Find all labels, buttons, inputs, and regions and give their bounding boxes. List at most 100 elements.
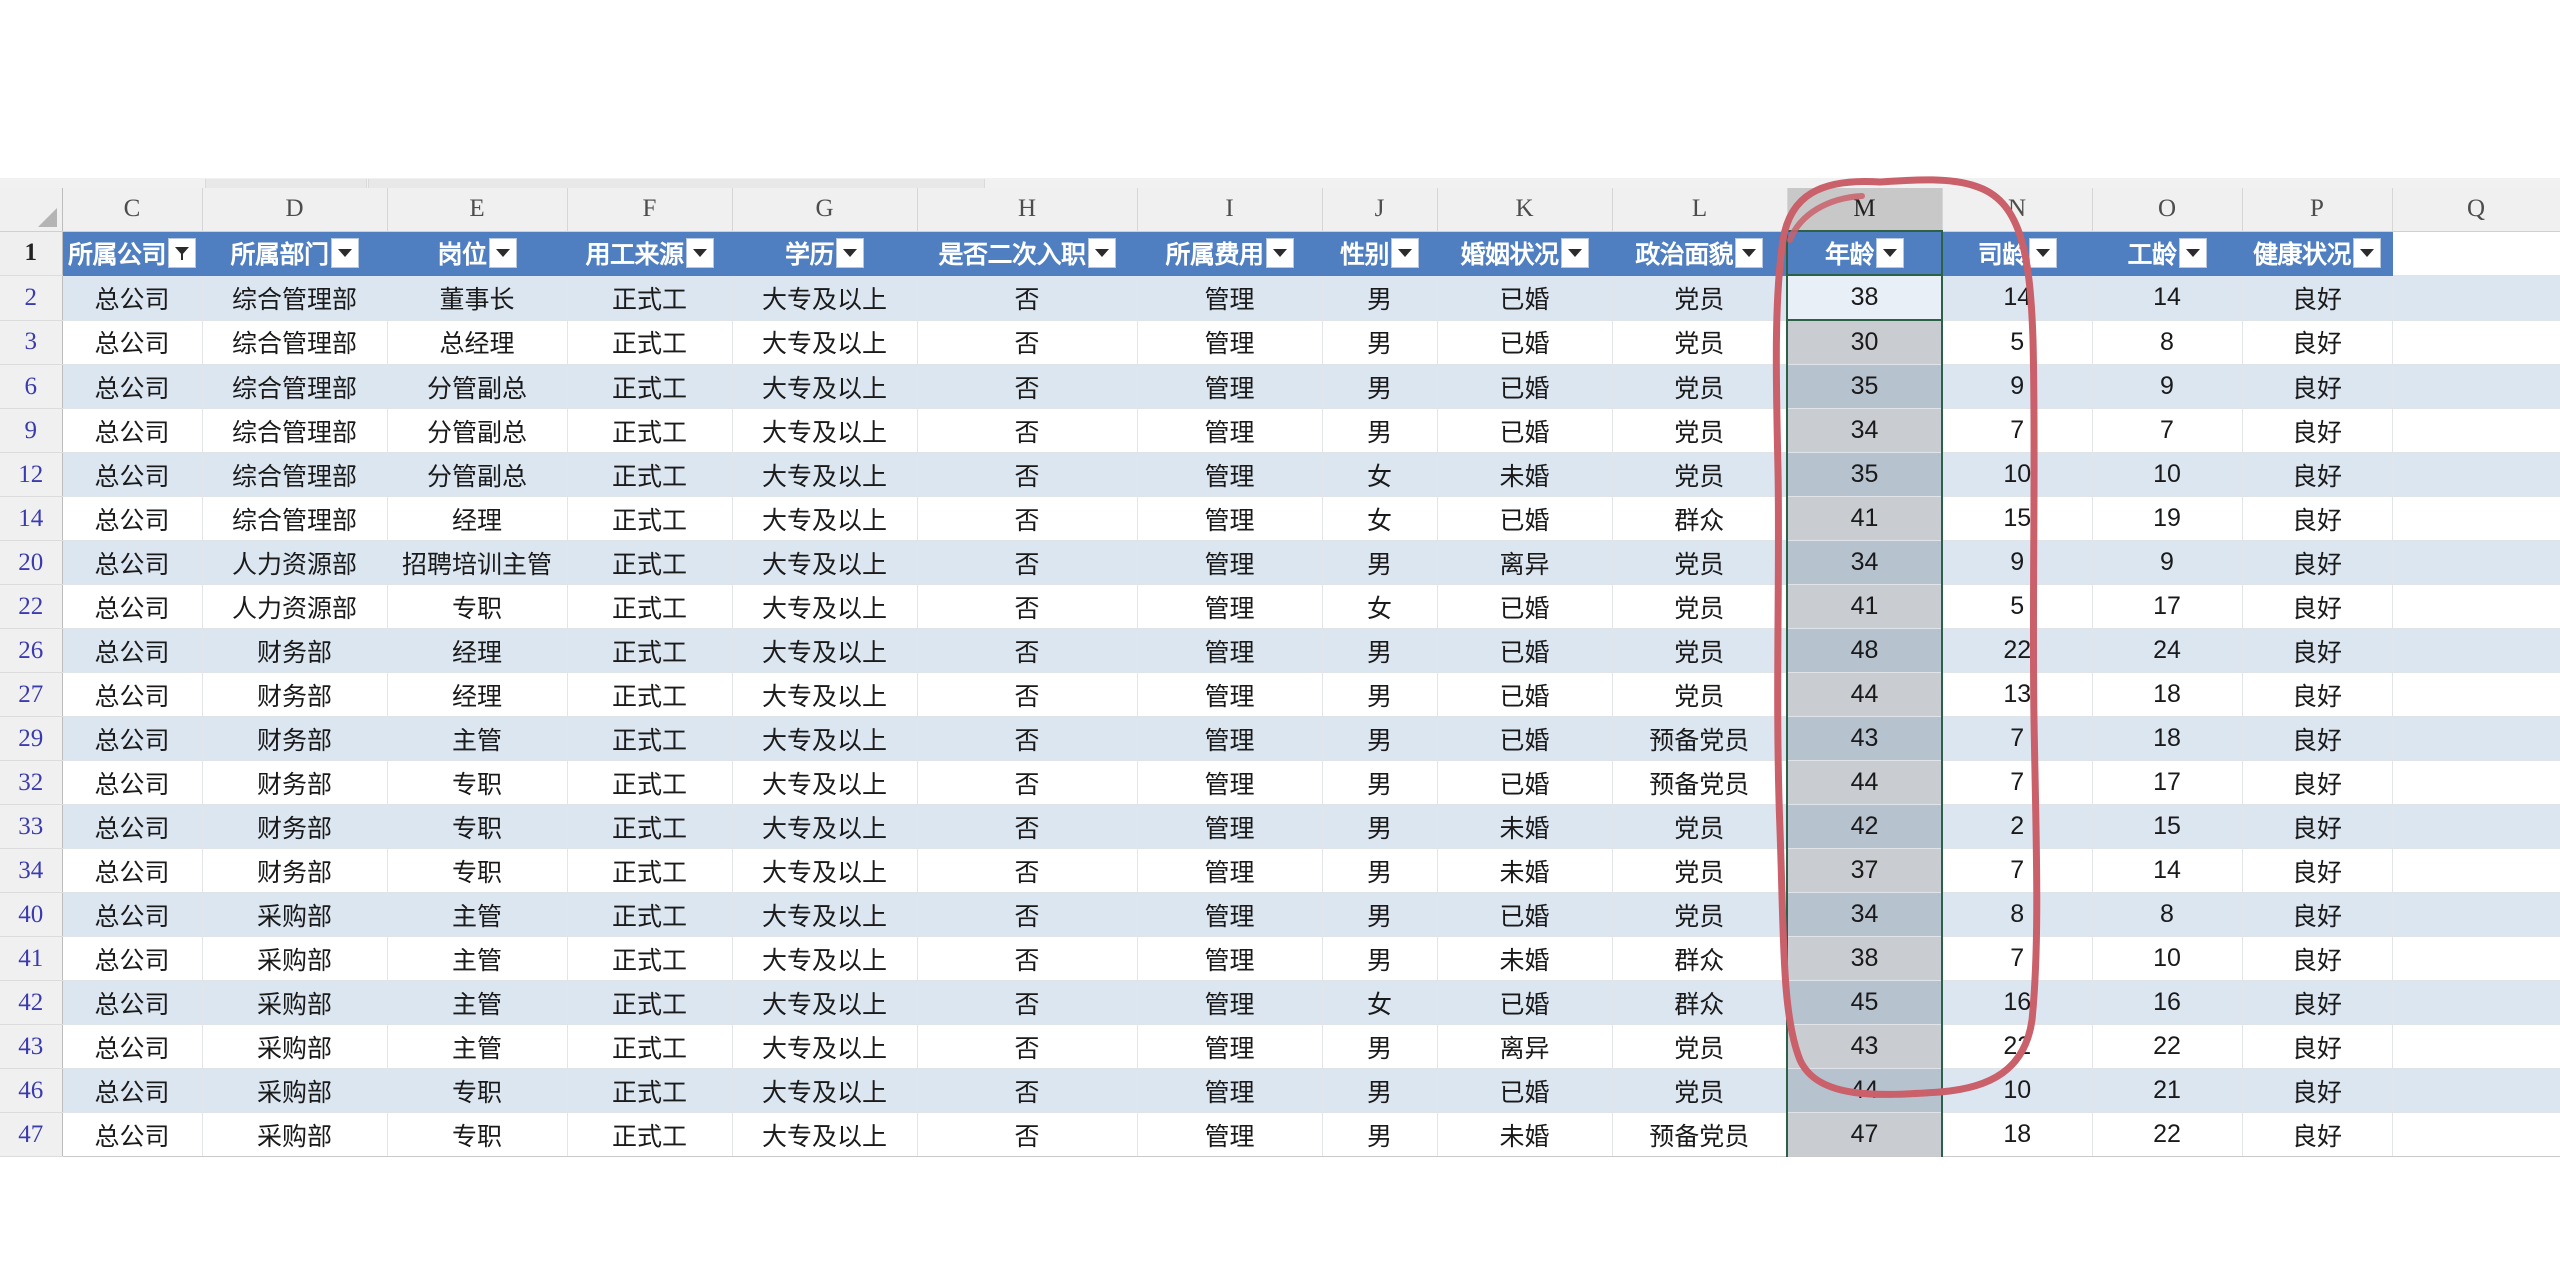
cell-h41[interactable]: 否	[917, 936, 1138, 981]
cell-n20[interactable]: 9	[1942, 540, 2093, 585]
cell-j3[interactable]: 男	[1322, 320, 1438, 365]
row-number-2[interactable]: 2	[0, 275, 63, 321]
row-number-14[interactable]: 14	[0, 496, 63, 541]
cell-e47[interactable]: 专职	[387, 1112, 568, 1157]
cell-d34[interactable]: 财务部	[202, 848, 388, 893]
cell-o20[interactable]: 9	[2092, 540, 2243, 585]
cell-m42[interactable]: 45	[1786, 980, 1943, 1025]
table-row[interactable]: 40 总公司 采购部 主管 正式工 大专及以上否管理男已婚 党员 34 8 8 良好	[0, 892, 2560, 937]
cell-d2[interactable]: 综合管理部	[202, 275, 388, 321]
cell-i34[interactable]: 管理	[1137, 848, 1323, 893]
cell-l41[interactable]: 群众	[1612, 936, 1788, 981]
cell-i12[interactable]: 管理	[1137, 452, 1323, 497]
cell-n6[interactable]: 9	[1942, 364, 2093, 409]
cell-d42[interactable]: 采购部	[202, 980, 388, 1025]
row-number-29[interactable]: 29	[0, 716, 63, 761]
cell-d26[interactable]: 财务部	[202, 628, 388, 673]
cell-d14[interactable]: 综合管理部	[202, 496, 388, 541]
cell-j29[interactable]: 男	[1322, 716, 1438, 761]
cell-e6[interactable]: 分管副总	[387, 364, 568, 409]
cell-f33[interactable]: 正式工	[567, 804, 733, 849]
cell-j6[interactable]: 男	[1322, 364, 1438, 409]
row-number-41[interactable]: 41	[0, 936, 63, 981]
cell-l43[interactable]: 党员	[1612, 1024, 1788, 1069]
cell-i33[interactable]: 管理	[1137, 804, 1323, 849]
row-number-34[interactable]: 34	[0, 848, 63, 893]
cell-g2[interactable]: 大专及以上	[732, 275, 918, 321]
row-number-6[interactable]: 6	[0, 364, 63, 409]
cell-e46[interactable]: 专职	[387, 1068, 568, 1113]
cell-j47[interactable]: 男	[1322, 1112, 1438, 1157]
cell-c29[interactable]: 总公司	[62, 716, 203, 761]
cell-f46[interactable]: 正式工	[567, 1068, 733, 1113]
cell-f34[interactable]: 正式工	[567, 848, 733, 893]
cell-m41[interactable]: 38	[1786, 936, 1943, 981]
cell-d47[interactable]: 采购部	[202, 1112, 388, 1157]
cell-j46[interactable]: 男	[1322, 1068, 1438, 1113]
cell-i46[interactable]: 管理	[1137, 1068, 1323, 1113]
cell-i9[interactable]: 管理	[1137, 408, 1323, 453]
column-header-n[interactable]: N	[1942, 188, 2093, 232]
cell-j32[interactable]: 男	[1322, 760, 1438, 805]
cell-m34[interactable]: 37	[1786, 848, 1943, 893]
table-row[interactable]: 22 总公司 人力资源部 专职 正式工 大专及以上否管理女已婚 党员 41 5 17 良好	[0, 584, 2560, 629]
cell-d29[interactable]: 财务部	[202, 716, 388, 761]
cell-l12[interactable]: 党员	[1612, 452, 1788, 497]
cell-o9[interactable]: 7	[2092, 408, 2243, 453]
cell-n33[interactable]: 2	[1942, 804, 2093, 849]
cell-l40[interactable]: 党员	[1612, 892, 1788, 937]
cell-l20[interactable]: 党员	[1612, 540, 1788, 585]
table-row[interactable]: 6 总公司 综合管理部 分管副总 正式工 大专及以上否管理男已婚 党员 35 9 9 良好	[0, 364, 2560, 409]
cell-g46[interactable]: 大专及以上	[732, 1068, 918, 1113]
split-thumb-left[interactable]	[205, 179, 367, 188]
table-row[interactable]: 14 总公司 综合管理部 经理 正式工 大专及以上否管理女已婚 群众 41 15 19 良好	[0, 496, 2560, 541]
cell-d46[interactable]: 采购部	[202, 1068, 388, 1113]
cell-m29[interactable]: 43	[1786, 716, 1943, 761]
cell-f22[interactable]: 正式工	[567, 584, 733, 629]
row-number-46[interactable]: 46	[0, 1068, 63, 1113]
cell-g34[interactable]: 大专及以上	[732, 848, 918, 893]
cell-k29[interactable]: 已婚	[1437, 716, 1613, 761]
cell-g32[interactable]: 大专及以上	[732, 760, 918, 805]
cell-i20[interactable]: 管理	[1137, 540, 1323, 585]
chevron-down-icon[interactable]	[330, 238, 359, 268]
empty-cell-q32[interactable]	[2392, 760, 2560, 805]
table-row[interactable]: 46 总公司 采购部 专职 正式工 大专及以上否管理男已婚 党员 44 10 21 良好	[0, 1068, 2560, 1113]
cell-c22[interactable]: 总公司	[62, 584, 203, 629]
cell-o14[interactable]: 19	[2092, 496, 2243, 541]
empty-cell-q6[interactable]	[2392, 364, 2560, 409]
cell-k43[interactable]: 离异	[1437, 1024, 1613, 1069]
cell-c34[interactable]: 总公司	[62, 848, 203, 893]
cell-o43[interactable]: 22	[2092, 1024, 2243, 1069]
header-cell-n[interactable]: 司龄	[1942, 231, 2093, 276]
cell-n27[interactable]: 13	[1942, 672, 2093, 717]
cell-o12[interactable]: 10	[2092, 452, 2243, 497]
cell-j26[interactable]: 男	[1322, 628, 1438, 673]
row-number-12[interactable]: 12	[0, 452, 63, 497]
chevron-down-icon[interactable]	[1265, 238, 1294, 268]
cell-e20[interactable]: 招聘培训主管	[387, 540, 568, 585]
row-number-9[interactable]: 9	[0, 408, 63, 453]
header-cell-k[interactable]: 婚姻状况	[1437, 231, 1613, 276]
cell-c42[interactable]: 总公司	[62, 980, 203, 1025]
cell-l27[interactable]: 党员	[1612, 672, 1788, 717]
cell-k34[interactable]: 未婚	[1437, 848, 1613, 893]
cell-g40[interactable]: 大专及以上	[732, 892, 918, 937]
cell-e33[interactable]: 专职	[387, 804, 568, 849]
cell-f6[interactable]: 正式工	[567, 364, 733, 409]
cell-k26[interactable]: 已婚	[1437, 628, 1613, 673]
cell-c2[interactable]: 总公司	[62, 275, 203, 321]
header-cell-j[interactable]: 性别	[1322, 231, 1438, 276]
cell-f40[interactable]: 正式工	[567, 892, 733, 937]
cell-c40[interactable]: 总公司	[62, 892, 203, 937]
cell-j42[interactable]: 女	[1322, 980, 1438, 1025]
cell-h34[interactable]: 否	[917, 848, 1138, 893]
cell-k41[interactable]: 未婚	[1437, 936, 1613, 981]
cell-k27[interactable]: 已婚	[1437, 672, 1613, 717]
table-row[interactable]: 20 总公司 人力资源部 招聘培训主管 正式工 大专及以上否管理男离异 党员 34 9 9 良好	[0, 540, 2560, 585]
chevron-down-icon[interactable]	[836, 238, 864, 268]
cell-p27[interactable]: 良好	[2242, 672, 2393, 717]
cell-k14[interactable]: 已婚	[1437, 496, 1613, 541]
cell-i26[interactable]: 管理	[1137, 628, 1323, 673]
cell-g12[interactable]: 大专及以上	[732, 452, 918, 497]
